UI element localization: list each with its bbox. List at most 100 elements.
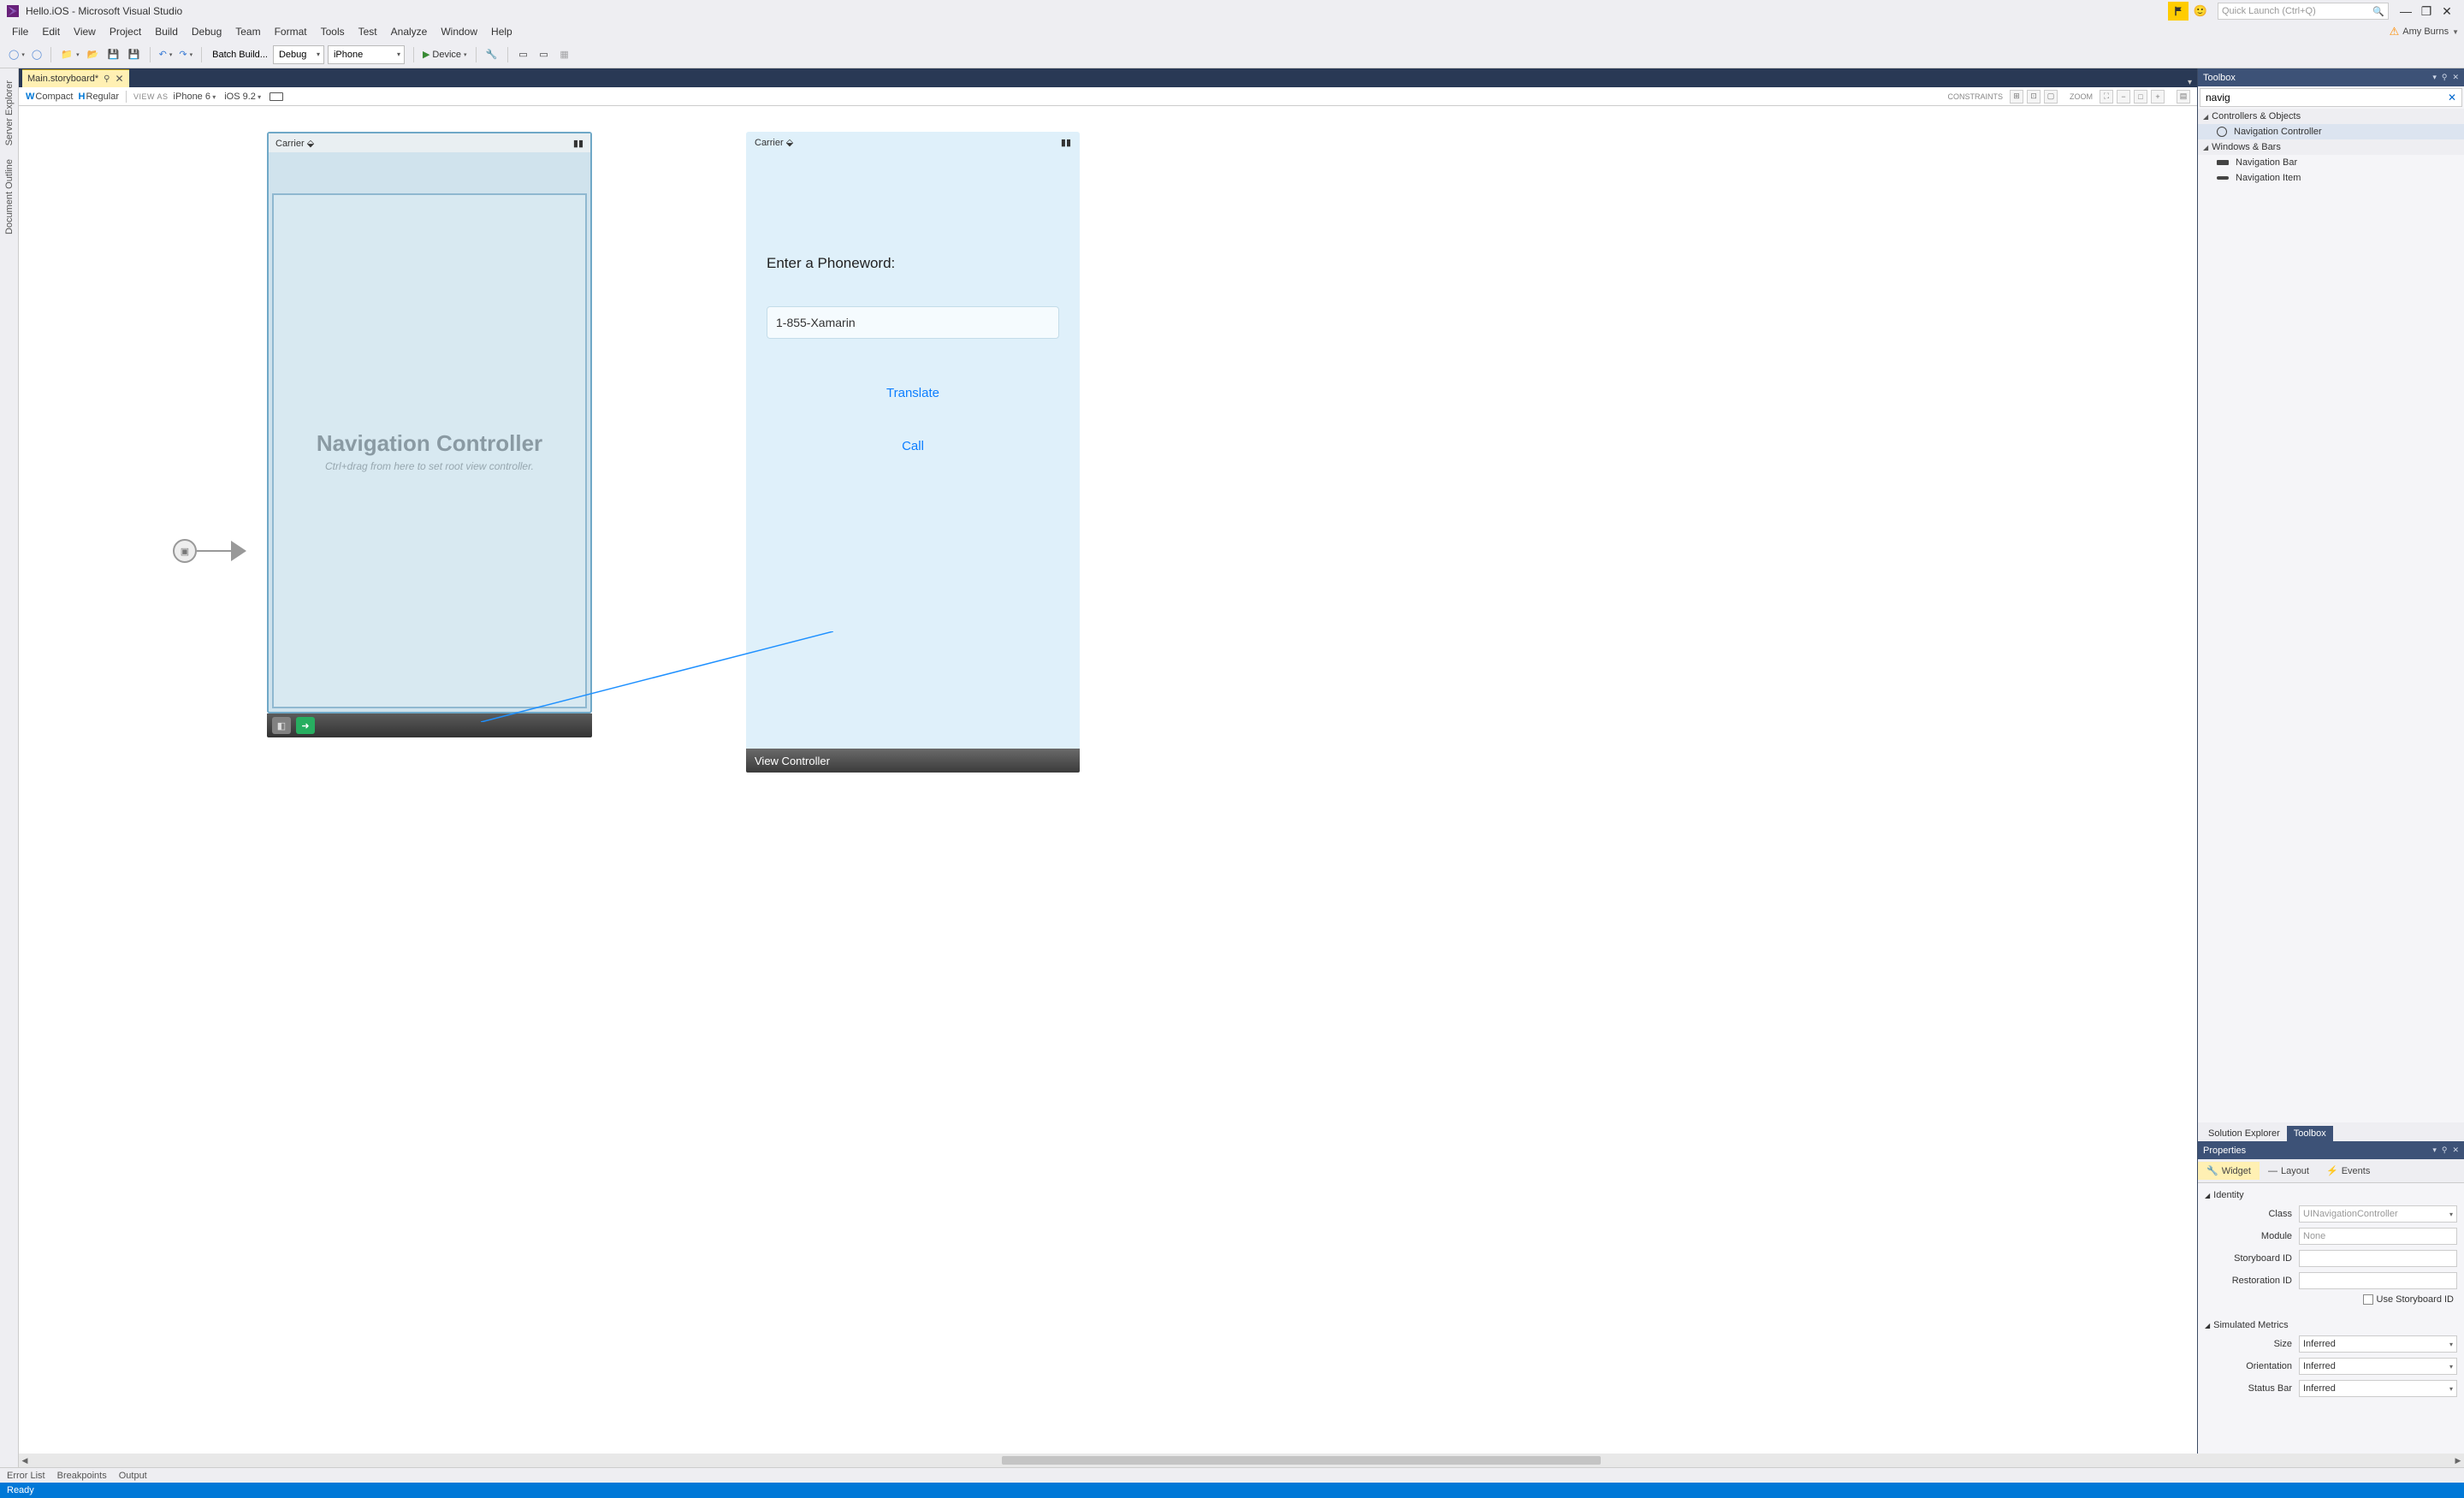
server-explorer-tab[interactable]: Server Explorer xyxy=(3,74,16,152)
restoration-id-input[interactable] xyxy=(2299,1272,2457,1289)
identity-section-header[interactable]: ◢Identity xyxy=(2205,1190,2457,1200)
constraint-btn-2[interactable]: ⊡ xyxy=(2027,90,2040,104)
menu-window[interactable]: Window xyxy=(434,23,484,40)
prop-tab-events[interactable]: ⚡Events xyxy=(2318,1162,2378,1180)
platform-dropdown[interactable]: iPhone xyxy=(328,45,405,64)
class-input[interactable]: UINavigationController xyxy=(2299,1205,2457,1223)
scroll-right-icon[interactable]: ▶ xyxy=(2452,1456,2464,1465)
toolbox-search-input[interactable]: navig ✕ xyxy=(2200,88,2462,107)
restore-button[interactable]: ❐ xyxy=(2416,3,2437,20)
scroll-left-icon[interactable]: ◀ xyxy=(19,1456,31,1465)
toolbox-item-navigation-controller[interactable]: Navigation Controller xyxy=(2198,124,2464,139)
scene-view-controller[interactable]: Carrier ⬙ ▮▮ Enter a Phoneword: 1-855-Xa… xyxy=(746,132,1080,773)
menu-format[interactable]: Format xyxy=(268,23,314,40)
zoom-in-button[interactable]: + xyxy=(2151,90,2165,104)
tab-solution-explorer[interactable]: Solution Explorer xyxy=(2201,1126,2287,1141)
toolbar-app-icon-button[interactable]: 🔧 xyxy=(482,46,502,63)
start-button[interactable]: ▶Device▾ xyxy=(419,47,471,62)
sim-metrics-header[interactable]: ◢Simulated Metrics xyxy=(2205,1320,2457,1330)
tab-error-list[interactable]: Error List xyxy=(7,1471,45,1481)
zoom-out-button[interactable]: − xyxy=(2117,90,2130,104)
clear-search-icon[interactable]: ✕ xyxy=(2448,92,2456,104)
module-input[interactable]: None xyxy=(2299,1228,2457,1245)
orientation-dropdown[interactable]: Inferred xyxy=(2299,1358,2457,1375)
canvas-hscrollbar[interactable]: ◀ ▶ xyxy=(19,1454,2464,1467)
notifications-button[interactable] xyxy=(2168,2,2189,21)
translate-button[interactable]: Translate xyxy=(767,386,1059,400)
save-button[interactable]: 💾 xyxy=(104,46,124,63)
constraint-btn-3[interactable]: ▢ xyxy=(2044,90,2058,104)
tab-dropdown-icon[interactable]: ▾ xyxy=(2188,78,2192,87)
toolbar-device2-button[interactable]: ▭ xyxy=(534,46,554,63)
toolbox-group-windows-bars[interactable]: ◢ Windows & Bars xyxy=(2198,139,2464,155)
storyboard-id-input[interactable] xyxy=(2299,1250,2457,1267)
account-button[interactable]: ⚠ Amy Burns ▼ xyxy=(2390,25,2459,38)
size-class-selector[interactable]: WCompact HRegular xyxy=(26,92,119,102)
pane-menu-icon[interactable]: ▾ xyxy=(2432,1146,2437,1155)
scroll-thumb[interactable] xyxy=(1002,1456,1602,1465)
pin-icon[interactable]: ⚲ xyxy=(104,74,110,84)
menu-edit[interactable]: Edit xyxy=(35,23,67,40)
split-toggle-button[interactable]: ▤ xyxy=(2177,90,2190,104)
tab-output[interactable]: Output xyxy=(119,1471,147,1481)
batch-build-button[interactable]: Batch Build... xyxy=(207,48,273,62)
pane-pin-icon[interactable]: ⚲ xyxy=(2442,73,2448,82)
menu-build[interactable]: Build xyxy=(148,23,185,40)
zoom-fit-button[interactable]: ⛶ xyxy=(2100,90,2113,104)
pane-menu-icon[interactable]: ▾ xyxy=(2432,73,2437,82)
close-button[interactable]: ✕ xyxy=(2437,3,2457,20)
phoneword-textfield[interactable]: 1-855-Xamarin xyxy=(767,306,1059,339)
call-button[interactable]: Call xyxy=(767,439,1059,453)
toolbox-item-navigation-item[interactable]: Navigation Item xyxy=(2198,170,2464,186)
menu-project[interactable]: Project xyxy=(103,23,148,40)
pane-close-icon[interactable]: ✕ xyxy=(2452,1146,2459,1155)
document-outline-tab[interactable]: Document Outline xyxy=(3,152,16,241)
menu-help[interactable]: Help xyxy=(484,23,519,40)
menu-debug[interactable]: Debug xyxy=(185,23,228,40)
minimize-button[interactable]: — xyxy=(2396,3,2416,20)
tab-breakpoints[interactable]: Breakpoints xyxy=(57,1471,107,1481)
feedback-button[interactable]: 🙂 xyxy=(2190,2,2211,21)
redo-button[interactable]: ↷▾ xyxy=(175,47,196,62)
menu-team[interactable]: Team xyxy=(228,23,267,40)
menu-test[interactable]: Test xyxy=(352,23,384,40)
save-all-button[interactable]: 💾 xyxy=(124,46,145,63)
open-file-button[interactable]: 📂 xyxy=(83,46,104,63)
tab-close-icon[interactable]: ✕ xyxy=(115,73,123,85)
undo-button[interactable]: ↶▾ xyxy=(156,47,176,62)
toolbar-device1-button[interactable]: ▭ xyxy=(513,46,534,63)
use-storyboard-id-checkbox[interactable]: Use Storyboard ID xyxy=(2363,1294,2454,1305)
device-dropdown[interactable]: iPhone 6 xyxy=(174,92,216,102)
storyboard-entry-arrow[interactable]: ▣ xyxy=(173,539,246,563)
size-dropdown[interactable]: Inferred xyxy=(2299,1335,2457,1353)
toolbox-group-controllers[interactable]: ◢ Controllers & Objects xyxy=(2198,109,2464,124)
document-tab-main-storyboard[interactable]: Main.storyboard* ⚲ ✕ xyxy=(22,69,129,87)
pane-pin-icon[interactable]: ⚲ xyxy=(2442,1146,2448,1155)
phoneword-label[interactable]: Enter a Phoneword: xyxy=(767,255,1059,272)
toolbar-output-button[interactable]: ▦ xyxy=(554,46,575,63)
statusbar-dropdown[interactable]: Inferred xyxy=(2299,1380,2457,1397)
scene-dock-exit-icon[interactable]: ➜ xyxy=(296,717,315,734)
menu-tools[interactable]: Tools xyxy=(314,23,352,40)
back-button[interactable]: ◯▾ xyxy=(5,47,28,62)
toolbox-search-value: navig xyxy=(2206,92,2230,104)
prop-tab-layout[interactable]: —Layout xyxy=(2260,1163,2318,1180)
new-project-button[interactable]: 📁▾ xyxy=(56,46,83,63)
menu-view[interactable]: View xyxy=(67,23,103,40)
menu-analyze[interactable]: Analyze xyxy=(384,23,435,40)
toolbox-item-navigation-bar[interactable]: Navigation Bar xyxy=(2198,155,2464,170)
orientation-toggle[interactable] xyxy=(270,92,283,101)
menu-file[interactable]: File xyxy=(5,23,35,40)
designer-canvas[interactable]: Carrier ⬙ ▮▮ Navigation Controller Ctrl+… xyxy=(19,106,2197,1467)
zoom-100-button[interactable]: □ xyxy=(2134,90,2147,104)
quick-launch-input[interactable]: Quick Launch (Ctrl+Q) 🔍 xyxy=(2218,3,2389,20)
config-dropdown[interactable]: Debug xyxy=(273,45,324,64)
forward-button[interactable]: ◯ xyxy=(28,47,45,62)
tab-toolbox[interactable]: Toolbox xyxy=(2287,1126,2333,1141)
os-dropdown[interactable]: iOS 9.2 xyxy=(224,92,261,102)
scene-navigation-controller[interactable]: Carrier ⬙ ▮▮ Navigation Controller Ctrl+… xyxy=(267,132,592,737)
constraint-btn-1[interactable]: ⊞ xyxy=(2010,90,2023,104)
prop-tab-widget[interactable]: 🔧Widget xyxy=(2198,1162,2260,1180)
scene-dock-vc-icon[interactable]: ◧ xyxy=(272,717,291,734)
pane-close-icon[interactable]: ✕ xyxy=(2452,73,2459,82)
